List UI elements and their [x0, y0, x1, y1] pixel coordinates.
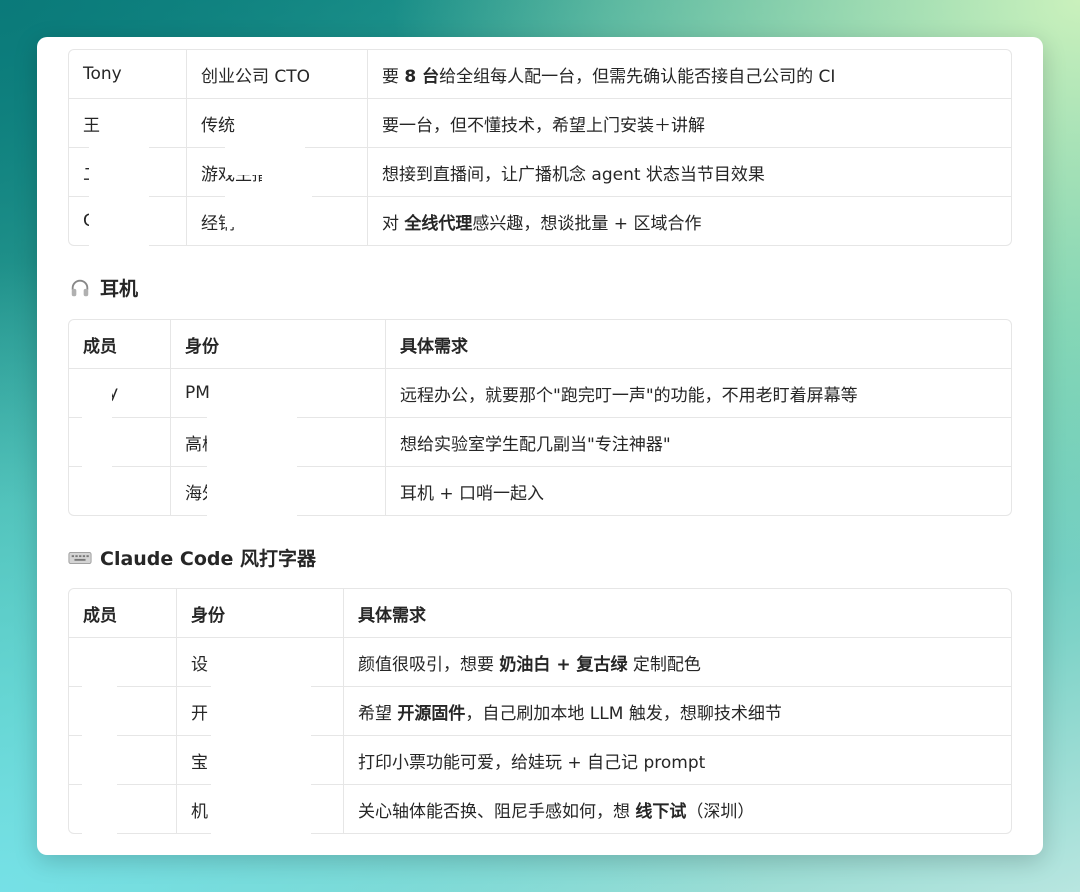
header-role: 身份: [177, 589, 344, 638]
cell-member: Tony: [69, 50, 187, 99]
header-member: 成员: [69, 320, 171, 369]
header-need: 具体需求: [386, 320, 1011, 369]
cell-need: 对 全线代理感兴趣，想谈批量 + 区域合作: [368, 197, 1011, 245]
need-text: 颜值很吸引，想要: [358, 654, 500, 675]
need-text: 对: [382, 213, 405, 234]
cell-role: 创业公司 CTO: [187, 50, 368, 99]
section-headphones: 耳机: [68, 274, 138, 301]
section-keyboard: Claude Code 风打字器: [68, 544, 316, 571]
need-text: ，自己刷加本地 LLM 触发，想聊技术细节: [465, 703, 782, 724]
need-text: 希望: [358, 703, 398, 724]
cell-role: 经销: [187, 197, 368, 245]
header-role: 身份: [171, 320, 386, 369]
cell-need: 想给实验室学生配几副当"专注神器": [386, 418, 1011, 467]
section-headphones-title: 耳机: [100, 278, 139, 300]
need-text: 要: [382, 66, 405, 87]
need-text: 想给实验室学生配几副当"专注神器": [400, 434, 671, 455]
need-text: 感兴趣，想谈批量 + 区域合作: [472, 213, 702, 234]
need-text: 打印小票功能可爱，给娃玩 + 自己记 prompt: [358, 752, 706, 773]
need-text: （深圳）: [686, 801, 755, 822]
table-row: Cynthia经销对 全线代理感兴趣，想谈批量 + 区域合作: [69, 197, 1011, 245]
cell-need: 颜值很吸引，想要 奶油白 + 复古绿 定制配色: [344, 638, 1011, 687]
cell-need: 希望 开源固件，自己刷加本地 LLM 触发，想聊技术细节: [344, 687, 1011, 736]
table-row: 王传统 要一台，但不懂技术，希望上门安装＋讲解: [69, 99, 1011, 148]
redaction: [207, 417, 297, 517]
redaction: [82, 370, 112, 515]
cell-need: 想接到直播间，让广播机念 agent 状态当节目效果: [368, 148, 1011, 197]
cell-need: 远程办公，就要那个"跑完叮一声"的功能，不用老盯着屏幕等: [386, 369, 1011, 418]
table-row: MayPM远程办公，就要那个"跑完叮一声"的功能，不用老盯着屏幕等: [69, 369, 1011, 418]
cell-need: 耳机 + 口哨一起入: [386, 467, 1011, 515]
need-text: 关心轴体能否换、阻尼手感如何，想: [358, 801, 636, 822]
cell-need: 打印小票功能可爱，给娃玩 + 自己记 prompt: [344, 736, 1011, 785]
cell-need: 要一台，但不懂技术，希望上门安装＋讲解: [368, 99, 1011, 148]
headphones-icon: [68, 276, 92, 300]
need-emphasis: 全线代理: [404, 213, 473, 234]
need-text: 远程办公，就要那个"跑完叮一声"的功能，不用老盯着屏幕等: [400, 385, 858, 406]
table-row: Tony 创业公司 CTO 要 8 台给全组每人配一台，但需先确认能否接自己公司的 …: [69, 50, 1011, 99]
redaction: [211, 640, 311, 835]
document-card: Tony 创业公司 CTO 要 8 台给全组每人配一台，但需先确认能否接自己公司的 …: [37, 37, 1043, 855]
need-emphasis: 线下试: [635, 801, 687, 822]
need-emphasis: 奶油白 + 复古绿: [499, 654, 628, 675]
need-text: 想接到直播间，让广播机念 agent 状态当节目效果: [382, 164, 765, 185]
need-text: 要一台，但不懂技术，希望上门安装＋讲解: [382, 115, 705, 136]
section-keyboard-title: Claude Code 风打字器: [100, 548, 317, 570]
need-emphasis: 8 台: [404, 66, 440, 87]
table-devices: Tony 创业公司 CTO 要 8 台给全组每人配一台，但需先确认能否接自己公司的 …: [68, 49, 1012, 246]
redaction: [225, 187, 275, 227]
redaction: [89, 135, 149, 265]
redaction: [82, 640, 117, 835]
cell-role: PM: [171, 369, 386, 418]
need-text: 定制配色: [627, 654, 701, 675]
cell-need: 关心轴体能否换、阻尼手感如何，想 线下试（深圳）: [344, 785, 1011, 833]
header-member: 成员: [69, 589, 177, 638]
need-text: 给全组每人配一台，但需先确认能否接自己公司的 CI: [439, 66, 836, 87]
table-keyboard: 成员 身份 具体需求 设颜值很吸引，想要 奶油白 + 复古绿 定制配色开希望 开…: [68, 588, 1012, 834]
keyboard-icon: [68, 546, 92, 570]
cell-need: 要 8 台给全组每人配一台，但需先确认能否接自己公司的 CI: [368, 50, 1011, 99]
header-need: 具体需求: [344, 589, 1011, 638]
need-emphasis: 开源固件: [397, 703, 466, 724]
need-text: 耳机 + 口哨一起入: [400, 483, 545, 504]
table-row: 二游戏主播想接到直播间，让广播机念 agent 状态当节目效果: [69, 148, 1011, 197]
